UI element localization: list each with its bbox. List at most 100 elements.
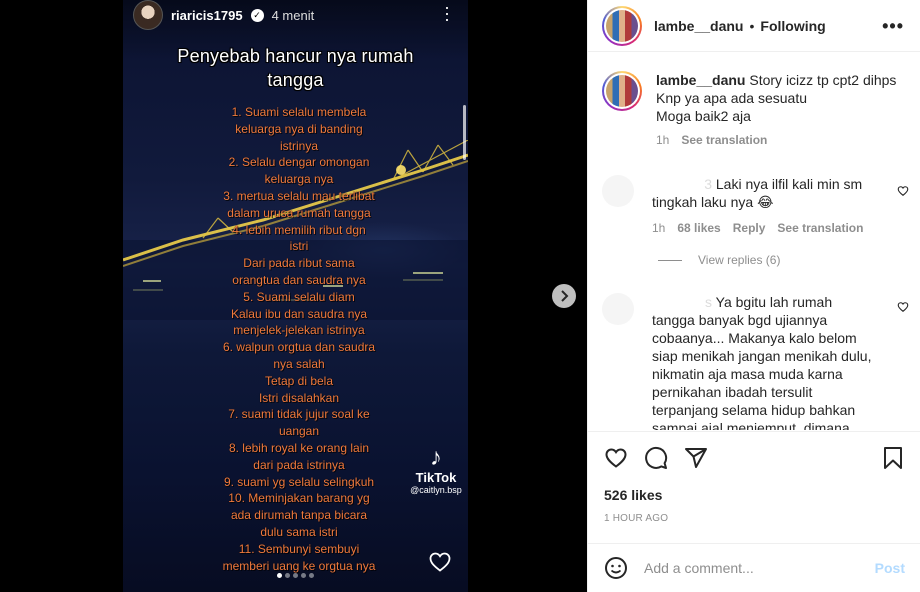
- carousel-dot[interactable]: [277, 573, 282, 578]
- caption-time: 1h: [656, 133, 670, 147]
- tiktok-handle: @caitlyn.bsp: [410, 485, 462, 495]
- verified-icon: ✓: [250, 8, 264, 22]
- see-translation-link[interactable]: See translation: [777, 219, 863, 237]
- caption-username[interactable]: lambe__danu: [656, 72, 745, 88]
- story-title-line: Penyebab hancur nya rumah: [177, 46, 414, 66]
- story-time: 4 menit: [271, 7, 315, 23]
- story-text-line: uangan: [278, 424, 320, 439]
- carousel-dot[interactable]: [293, 573, 298, 578]
- comment-time: 1h: [652, 221, 666, 235]
- post-button[interactable]: Post: [875, 560, 905, 576]
- caption-avatar[interactable]: [602, 71, 642, 111]
- action-bar: [588, 431, 920, 486]
- story-text-line: Istri disalahkan: [258, 390, 340, 405]
- story-header: riaricis1795 ✓ 4 menit: [133, 0, 314, 30]
- comment-text: siap menikah jangan menikah dulu,: [652, 348, 872, 364]
- carousel-dot[interactable]: [301, 573, 306, 578]
- comment-avatar[interactable]: [602, 175, 634, 207]
- story-text-line: dalam urusa rumah tangga: [227, 205, 371, 220]
- see-translation-link[interactable]: See translation: [681, 131, 767, 149]
- carousel-dot[interactable]: [285, 573, 290, 578]
- story-title: Penyebab hancur nya rumah tangga: [123, 44, 468, 92]
- story-text-line: keluarga nya: [264, 172, 334, 187]
- story-username[interactable]: riaricis1795: [171, 8, 243, 23]
- story-text-line: Kalau ibu dan saudra nya: [230, 306, 368, 321]
- comment-avatar[interactable]: [602, 293, 634, 325]
- post-header: lambe__danu • Following •••: [588, 0, 920, 52]
- heart-icon[interactable]: [604, 446, 628, 470]
- comments-list: lambe__danu Story icizz tp cpt2 dihps Kn…: [588, 53, 920, 430]
- comment-icon[interactable]: [644, 446, 668, 470]
- story-text-line: 7. suami tidak jujur soal ke: [228, 407, 370, 422]
- comment-text: terpanjang selama hidup bahkan: [652, 402, 856, 418]
- story-text-line: ada dirumah tanpa bicara: [230, 508, 368, 523]
- story-text-line: memberi uang ke orgtua nya: [222, 558, 376, 573]
- story-text-line: dulu sama istri: [260, 524, 338, 539]
- header-username[interactable]: lambe__danu: [654, 18, 743, 34]
- view-replies-label: View replies (6): [698, 253, 781, 267]
- story-scroll-indicator: [463, 105, 466, 160]
- caption-text: Moga baik2 aja: [656, 108, 751, 124]
- carousel-dots: [123, 573, 468, 578]
- story-text-line: istrinya: [279, 138, 318, 153]
- story-text-line: 5. Suami selalu diam: [243, 289, 355, 304]
- tiktok-label: TikTok: [415, 470, 457, 485]
- carousel-dot[interactable]: [309, 573, 314, 578]
- story-text-line: 4. lebih memilih ribut dgn: [232, 222, 366, 237]
- chevron-right-icon: [561, 290, 569, 302]
- following-button[interactable]: Following: [760, 18, 825, 34]
- comment-text: tingkah laku nya 😂: [652, 194, 774, 210]
- emoji-icon[interactable]: [604, 556, 628, 580]
- comment-username[interactable]: s: [652, 293, 712, 311]
- story-text-line: Tetap di bela: [264, 373, 334, 388]
- comment-text: tangga banyak bgd ujiannya: [652, 312, 828, 328]
- reply-button[interactable]: Reply: [733, 219, 766, 237]
- comment-text: cobaanya... Makanya kalo belom: [652, 330, 857, 346]
- header-separator: •: [749, 17, 755, 34]
- view-replies-button[interactable]: View replies (6): [658, 253, 780, 267]
- share-icon[interactable]: [684, 446, 708, 470]
- tiktok-icon: ♪: [430, 444, 442, 471]
- comment-like-heart-icon[interactable]: [897, 185, 909, 197]
- story-like-heart-icon[interactable]: [428, 550, 452, 574]
- comment-like-heart-icon[interactable]: [897, 301, 909, 313]
- media-area: riaricis1795 ✓ 4 menit · · · Penyebab hanc…: [0, 0, 587, 592]
- story-text-line: 1. Suami selalu membela: [231, 105, 367, 119]
- story-text-list: 1. Suami selalu membela keluarga nya di b…: [123, 104, 468, 574]
- comment-likes[interactable]: 68 likes: [677, 219, 720, 237]
- comment-username[interactable]: 3: [652, 175, 712, 193]
- caption-text: Story icizz tp cpt2 dihps: [749, 72, 897, 88]
- story-title-line: tangga: [267, 70, 324, 90]
- comment: s Ya bgitu lah rumah tangga banyak bgd u…: [602, 293, 892, 430]
- avatar[interactable]: [602, 5, 642, 46]
- instagram-post-modal: riaricis1795 ✓ 4 menit · · · Penyebab hanc…: [0, 0, 920, 592]
- story-text-line: 6. walpun orgtua dan saudra: [222, 340, 376, 355]
- story-avatar[interactable]: [133, 0, 163, 30]
- comment-text: pernikahan ibadah tersulit: [652, 384, 813, 400]
- story-text-line: nya salah: [273, 356, 325, 371]
- ellipsis-icon[interactable]: •••: [882, 16, 904, 37]
- likes-count[interactable]: 526 likes: [604, 487, 662, 503]
- story-text-line: Dari pada ribut sama: [243, 256, 355, 271]
- post-side-panel: lambe__danu • Following ••• lambe__danu …: [587, 0, 920, 592]
- story-text-line: istri: [289, 239, 309, 254]
- story-text-line: orangtua dan saudra nya: [232, 272, 366, 287]
- bookmark-icon[interactable]: [881, 446, 905, 470]
- post-time[interactable]: 1 HOUR AGO: [604, 513, 668, 524]
- comment: 3 Laki nya ilfil kali min sm tingkah lak…: [602, 175, 892, 237]
- story-text-line: 3. mertua selalu mau terlibat: [223, 188, 375, 203]
- story-more-icon[interactable]: · · ·: [442, 0, 452, 28]
- tiktok-watermark: ♪ TikTok @caitlyn.bsp: [401, 444, 468, 496]
- comment-text: nikmatin aja masa muda karna: [652, 366, 843, 382]
- caption: lambe__danu Story icizz tp cpt2 dihps Kn…: [602, 71, 906, 149]
- comment-input[interactable]: Add a comment...: [644, 560, 875, 576]
- comment-text: Ya bgitu lah rumah: [715, 294, 833, 310]
- caption-text: Knp ya apa ada sesuatu: [656, 90, 808, 106]
- story-text-line: 11. Sembunyi sembuyi: [238, 541, 360, 556]
- add-comment-bar: Add a comment... Post: [588, 543, 920, 592]
- comment-text: Laki nya ilfil kali min sm: [715, 176, 863, 192]
- next-slide-button[interactable]: [552, 284, 576, 308]
- story-text-line: menjelek-jelekan istrinya: [233, 323, 365, 338]
- story-text-line: 2. Selalu dengar omongan: [228, 155, 370, 170]
- story-screenshot: riaricis1795 ✓ 4 menit · · · Penyebab hanc…: [123, 0, 468, 592]
